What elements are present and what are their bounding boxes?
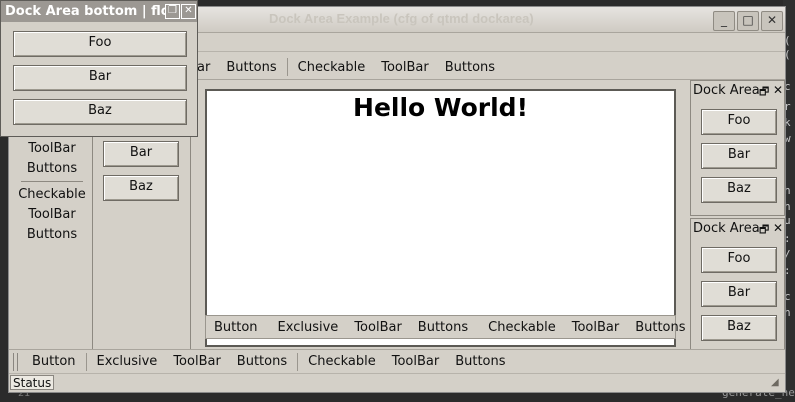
float-icon[interactable]: 🗗 [759,83,769,102]
toolbar-button[interactable]: Buttons [410,320,476,335]
toolbar-button[interactable]: Button [206,320,266,335]
floating-dock: Dock Area bottom | float ❐ ✕ Foo Bar Baz [0,0,198,137]
toolbar-button[interactable]: Checkable [11,185,93,205]
toolbar-button[interactable]: Exclusive [270,320,347,335]
baz-button[interactable]: Baz [701,315,777,341]
dock-titlebar[interactable]: Dock Area 🗗 ✕ [693,83,783,101]
toolbar-button[interactable]: ToolBar [346,320,409,335]
maximize-button[interactable]: □ [737,11,759,31]
minimize-button[interactable]: _ [713,11,735,31]
toolbar-button[interactable]: ToolBar [373,60,436,75]
dock-title: Dock Area [693,83,760,98]
close-icon[interactable]: ✕ [773,83,783,97]
statusbar [9,373,785,392]
toolbar-separator [21,181,83,182]
toolbar-button[interactable]: Checkable [290,60,374,75]
baz-button[interactable]: Baz [103,175,179,201]
toolbar-button[interactable]: ar [197,60,218,75]
toolbar-button[interactable]: Buttons [447,354,513,369]
dock-titlebar[interactable]: Dock Area 🗗 ✕ [693,221,783,239]
toolbar-button[interactable]: ToolBar [165,354,228,369]
toolbar-button[interactable]: ToolBar [11,205,93,225]
toolbar-button[interactable]: ToolBar [384,354,447,369]
toolbar-button[interactable]: ToolBar [564,320,627,335]
toolbar-button[interactable]: Buttons [11,159,93,179]
status-label: Status [10,375,54,390]
hello-heading: Hello World! [353,93,528,122]
baz-button[interactable]: Baz [701,177,777,203]
close-icon[interactable]: ✕ [773,221,783,235]
bar-button[interactable]: Bar [103,141,179,167]
floating-dock-titlebar[interactable]: Dock Area bottom | float ❐ ✕ [1,1,197,22]
close-button[interactable]: ✕ [761,11,783,31]
toolbar-button[interactable]: Buttons [218,60,284,75]
toolbar-button[interactable]: Checkable [480,320,564,335]
foo-button[interactable]: Foo [701,247,777,273]
foo-button[interactable]: Foo [701,109,777,135]
toolbar-handle[interactable] [13,352,18,371]
dock-title: Dock Area [693,221,760,236]
top-toolbar: ar Buttons Checkable ToolBar Buttons [197,55,785,79]
window-title: Dock Area Example (cfg of qtmd dockarea) [269,11,534,26]
float-icon[interactable]: ❐ [165,4,180,19]
toolbar-button[interactable]: Exclusive [89,354,166,369]
float-icon[interactable]: 🗗 [759,221,769,240]
toolbar-separator [85,352,87,371]
right-dock-bottom: Dock Area 🗗 ✕ Foo Bar Baz [690,218,785,350]
toolbar-button[interactable]: Button [24,354,84,369]
size-grip-icon[interactable]: ◢ [771,377,783,389]
toolbar-button[interactable]: ToolBar [11,139,93,159]
central-toolbar: Button Exclusive ToolBar Buttons Checkab… [205,315,686,339]
bottom-toolbar: Button Exclusive ToolBar Buttons Checkab… [9,349,785,373]
toolbar-button[interactable]: Buttons [229,354,295,369]
background-editor-bottom: 21 generate_he [0,386,795,402]
toolbar-button[interactable]: Checkable [300,354,384,369]
foo-button[interactable]: Foo [13,31,187,57]
bar-button[interactable]: Bar [701,143,777,169]
bar-button[interactable]: Bar [13,65,187,91]
close-icon[interactable]: ✕ [181,4,196,19]
toolbar-separator [297,352,299,371]
toolbar-separator [286,58,288,76]
bar-button[interactable]: Bar [701,281,777,307]
central-widget: Hello World! [205,89,676,347]
baz-button[interactable]: Baz [13,99,187,125]
toolbar-button[interactable]: Buttons [11,225,93,245]
toolbar-button[interactable]: Buttons [437,60,503,75]
right-dock-top: Dock Area 🗗 ✕ Foo Bar Baz [690,80,785,216]
floating-dock-title: Dock Area bottom | float [5,4,165,19]
toolbar-button[interactable]: Buttons [627,320,693,335]
